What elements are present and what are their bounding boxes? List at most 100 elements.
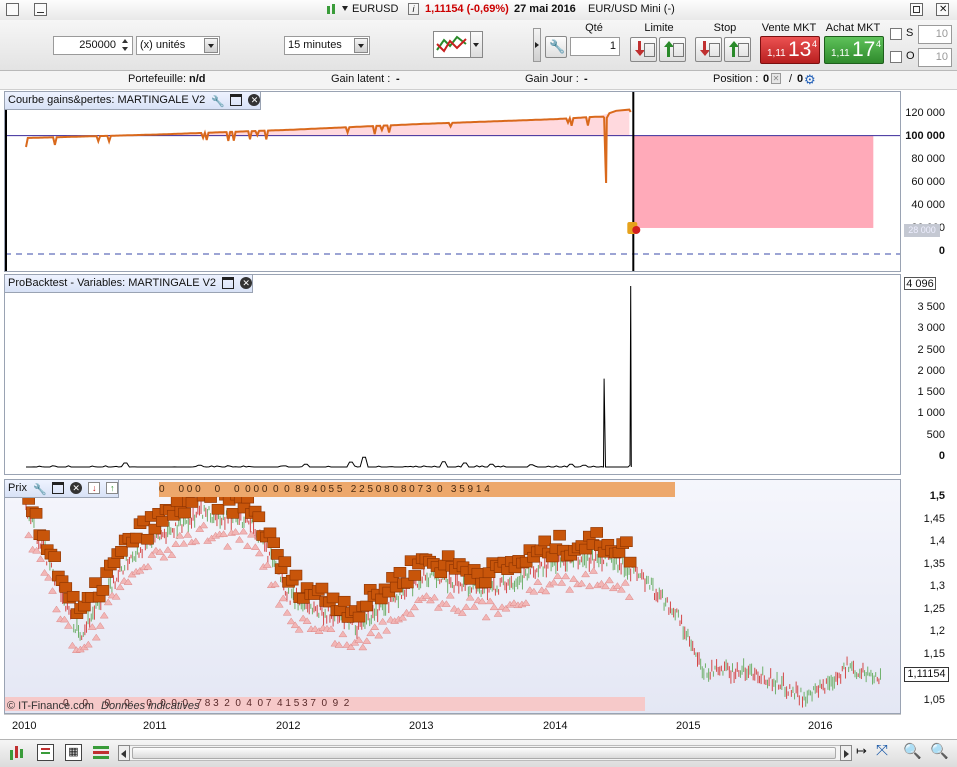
order-box bbox=[141, 533, 154, 545]
arrow-down-icon[interactable]: ↓ bbox=[88, 482, 101, 495]
o-label: O bbox=[906, 50, 915, 62]
zoom-in-icon[interactable]: 🔍 bbox=[930, 742, 950, 762]
indicative-data-note: Données indicatives bbox=[101, 700, 200, 712]
scroll-to-end-icon[interactable]: ↦ bbox=[856, 743, 874, 763]
s-value-input[interactable]: 10 bbox=[918, 25, 952, 44]
position-value-1: 0 bbox=[763, 73, 770, 85]
o-value-input[interactable]: 10 bbox=[918, 48, 952, 67]
buy-order-marker bbox=[561, 572, 571, 580]
y-tick: 1,05 bbox=[923, 694, 945, 706]
x-tick: 2014 bbox=[543, 720, 568, 732]
settings-wrench-button[interactable]: 🔧 bbox=[545, 36, 567, 58]
buy-order-marker bbox=[48, 587, 57, 594]
variables-panel-title: ProBacktest - Variables: MARTINGALE V2 bbox=[8, 277, 217, 289]
buy-order-marker bbox=[24, 531, 34, 539]
horizontal-scrollbar[interactable] bbox=[130, 745, 840, 761]
close-icon[interactable]: ✕ bbox=[248, 94, 261, 107]
close-icon[interactable]: ✕ bbox=[70, 482, 83, 495]
zoom-fit-icon[interactable]: ⤧ bbox=[876, 742, 896, 762]
s-label: S bbox=[906, 27, 914, 39]
unit-select[interactable]: (x) unités bbox=[136, 36, 220, 55]
indicator-chart-button[interactable] bbox=[433, 31, 471, 58]
window-restore-button[interactable] bbox=[910, 3, 923, 16]
limit-buy-button[interactable] bbox=[630, 37, 657, 62]
drawing-tools-icon[interactable] bbox=[93, 744, 110, 761]
arrow-up-icon[interactable]: ↑ bbox=[106, 482, 119, 495]
symbol-label[interactable]: EURUSD bbox=[352, 3, 398, 15]
limit-sell-icon bbox=[664, 41, 684, 58]
buy-order-marker bbox=[585, 582, 595, 590]
add-indicator-icon[interactable] bbox=[37, 744, 54, 761]
buy-order-marker bbox=[493, 610, 503, 617]
buy-order-marker bbox=[67, 641, 77, 649]
buy-price-big: 17 bbox=[852, 38, 876, 61]
order-box bbox=[538, 535, 552, 547]
equity-y-axis: 120 000 100 000 80 000 60 000 40 000 20 … bbox=[902, 91, 957, 272]
y-tick: 1,3 bbox=[929, 580, 945, 592]
position-close-icon[interactable]: ✕ bbox=[771, 73, 781, 84]
buy-mkt-button[interactable]: 1,11 17 4 bbox=[824, 36, 884, 64]
maximize-icon[interactable] bbox=[52, 482, 65, 495]
stop-buy-button[interactable] bbox=[695, 37, 722, 62]
timeframe-select-value: 15 minutes bbox=[288, 39, 342, 51]
symbol-dropdown-arrow[interactable] bbox=[342, 6, 348, 11]
position-separator: / bbox=[789, 73, 793, 85]
zoom-out-icon[interactable]: 🔍 bbox=[903, 742, 923, 762]
stop-label: Stop bbox=[713, 22, 737, 34]
indicator-dropdown[interactable] bbox=[471, 31, 483, 58]
qty-label: Qté bbox=[585, 22, 603, 34]
window-menu-button[interactable] bbox=[6, 3, 19, 16]
wrench-icon[interactable]: 🔧 bbox=[211, 94, 225, 108]
order-box bbox=[315, 582, 329, 594]
order-box bbox=[267, 537, 280, 549]
buy-order-marker bbox=[250, 543, 260, 550]
order-qty-input[interactable]: 1 bbox=[570, 37, 620, 56]
variables-chart bbox=[26, 285, 632, 468]
scroll-left-button[interactable] bbox=[118, 745, 130, 761]
equity-marker-label: 28 000 bbox=[904, 224, 940, 237]
window-close-button[interactable]: ✕ bbox=[936, 3, 949, 16]
portfolio-label: Portefeuille: bbox=[128, 73, 187, 85]
time-axis: 2010 2011 2012 2013 2014 2015 2016 bbox=[4, 714, 901, 739]
buy-order-marker bbox=[63, 621, 73, 629]
position-label: Position : bbox=[713, 73, 759, 85]
buy-order-marker bbox=[254, 549, 264, 557]
calculator-icon[interactable]: ▦ bbox=[65, 744, 82, 761]
gear-icon[interactable]: ⚙ bbox=[804, 72, 816, 88]
window-minimize-button[interactable] bbox=[34, 3, 47, 16]
buy-order-marker bbox=[370, 623, 380, 631]
sell-mkt-button[interactable]: 1,11 13 4 bbox=[760, 36, 820, 64]
order-panel-toggle[interactable] bbox=[533, 28, 541, 62]
latent-gain-value: - bbox=[396, 73, 400, 85]
unit-select-value: (x) unités bbox=[140, 39, 186, 51]
drawdown-area bbox=[633, 135, 874, 228]
chart-type-icon[interactable] bbox=[8, 744, 26, 762]
stop-sell-button[interactable] bbox=[724, 37, 751, 62]
variables-panel: ProBacktest - Variables: MARTINGALE V2 ✕ bbox=[4, 274, 901, 475]
scroll-right-button[interactable] bbox=[840, 745, 852, 761]
wrench-icon[interactable]: 🔧 bbox=[33, 482, 47, 496]
buy-order-marker bbox=[159, 553, 169, 561]
buy-order-marker bbox=[481, 613, 491, 621]
buy-order-marker bbox=[465, 593, 475, 601]
o-checkbox[interactable] bbox=[890, 51, 902, 63]
timeframe-select[interactable]: 15 minutes bbox=[284, 36, 370, 55]
window-title-bar: EURUSD i 1,11154 (-0,69%) 27 mai 2016 EU… bbox=[0, 0, 957, 21]
buy-order-marker bbox=[40, 568, 50, 576]
quantity-stepper[interactable] bbox=[119, 37, 132, 54]
y-tick: 1,45 bbox=[923, 513, 945, 525]
info-icon[interactable]: i bbox=[408, 3, 419, 15]
y-tick: 3 000 bbox=[917, 322, 945, 334]
order-box bbox=[48, 551, 61, 562]
maximize-icon[interactable] bbox=[222, 277, 235, 290]
buy-order-marker bbox=[354, 636, 364, 643]
s-checkbox[interactable] bbox=[890, 28, 902, 40]
buy-order-marker bbox=[358, 643, 368, 651]
order-box bbox=[337, 595, 351, 607]
price-panel: 0 0 0 0 0 0 0 0 0 0 0 8 9 4 0 5 5 2 2 5 … bbox=[4, 479, 901, 714]
close-icon[interactable]: ✕ bbox=[240, 277, 253, 290]
scrollbar-thumb[interactable] bbox=[132, 747, 836, 759]
maximize-icon[interactable] bbox=[230, 94, 243, 107]
indicator-chart-icon bbox=[436, 35, 467, 53]
limit-sell-button[interactable] bbox=[659, 37, 686, 62]
